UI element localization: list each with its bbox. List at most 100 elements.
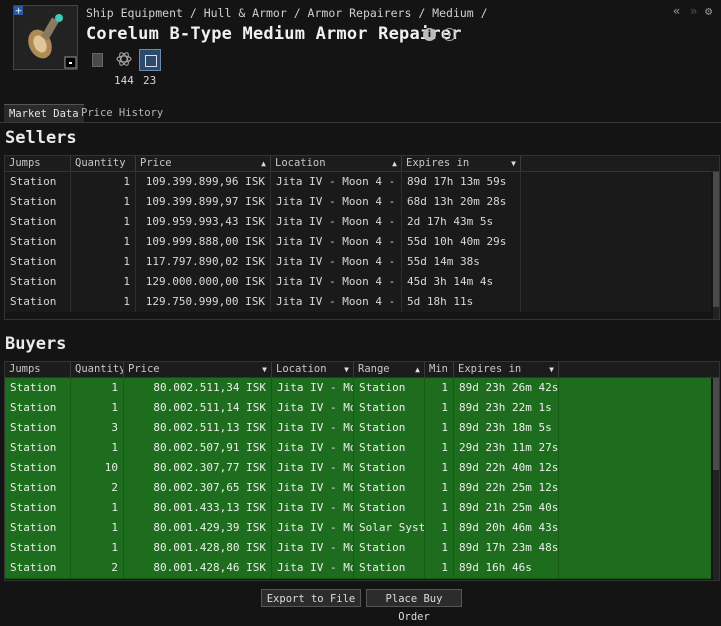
table-row[interactable]: Station 1 109.399.899,96 ISK Jita IV - Moon…: [5, 172, 711, 192]
table-row[interactable]: Station 10 80.002.307,77 ISK Jita IV - Mo St…: [5, 458, 711, 479]
cell-expires: 89d 21h 25m 40s: [454, 498, 559, 518]
table-row[interactable]: Station 1 109.999.888,00 ISK Jita IV - Moon…: [5, 232, 711, 252]
cell-min: 1: [425, 558, 454, 578]
item-icon[interactable]: +: [13, 5, 78, 70]
sellers-title: Sellers: [5, 128, 77, 148]
table-row[interactable]: Station 1 80.002.507,91 ISK Jita IV - Mo Sta…: [5, 438, 711, 459]
table-row[interactable]: Station 1 80.002.511,34 ISK Jita IV - Mo Sta…: [5, 378, 711, 399]
cell-price: 80.002.511,34 ISK: [124, 378, 272, 398]
table-row[interactable]: Station 1 80.002.511,14 ISK Jita IV - Mo Sta…: [5, 398, 711, 419]
cell-jumps: Station: [5, 478, 71, 498]
scroll-thumb[interactable]: [713, 172, 719, 307]
cell-expires: 29d 23h 11m 27s: [454, 438, 559, 458]
cell-min: 1: [425, 478, 454, 498]
cell-quantity: 10: [71, 458, 124, 478]
sellers-table: Jumps Quantity Price ▲ Location ▲ Expires …: [4, 155, 720, 320]
table-row[interactable]: Station 1 80.001.433,13 ISK Jita IV - Mo Sta…: [5, 498, 711, 519]
cell-jumps: Station: [5, 378, 71, 398]
col-range[interactable]: Range ▲: [354, 362, 425, 377]
col-expires[interactable]: Expires in ▼: [454, 362, 559, 377]
cell-quantity: 1: [71, 398, 124, 418]
table-row[interactable]: Station 1 80.001.429,39 ISK Jita IV - Mo Sol…: [5, 518, 711, 539]
table-row[interactable]: Station 3 80.002.511,13 ISK Jita IV - Mo Sta…: [5, 418, 711, 439]
cell-jumps: Station: [5, 192, 71, 212]
tab-market-data[interactable]: Market Data: [4, 104, 84, 123]
cell-min: 1: [425, 498, 454, 518]
cell-location: Jita IV - Mo: [272, 418, 354, 438]
cell-price: 80.001.433,13 ISK: [124, 498, 272, 518]
sellers-scrollbar[interactable]: [713, 172, 719, 319]
col-quantity[interactable]: Quantity: [71, 362, 124, 377]
cell-jumps: Station: [5, 438, 71, 458]
cell-min: 1: [425, 398, 454, 418]
col-jumps[interactable]: Jumps: [5, 362, 71, 377]
cell-min: 1: [425, 518, 454, 538]
cell-location: Jita IV - Mo: [272, 458, 354, 478]
table-row[interactable]: Station 1 80.001.428,80 ISK Jita IV - Mo Sta…: [5, 538, 711, 559]
table-row[interactable]: Station 2 80.002.307,65 ISK Jita IV - Mo Sta…: [5, 478, 711, 499]
cell-expires: 68d 13h 20m 28s: [402, 192, 521, 212]
cell-jumps: Station: [5, 558, 71, 578]
cell-quantity: 1: [71, 438, 124, 458]
export-to-file-button[interactable]: Export to File: [261, 589, 361, 607]
scroll-thumb[interactable]: [713, 378, 719, 470]
cell-jumps: Station: [5, 538, 71, 558]
module-slot-icon: [92, 53, 103, 67]
cell-quantity: 2: [71, 558, 124, 578]
cell-jumps: Station: [5, 232, 71, 252]
col-price[interactable]: Price ▼: [124, 362, 272, 377]
tab-price-history[interactable]: Price History: [76, 104, 168, 122]
cell-expires: 89d 23h 26m 42s: [454, 378, 559, 398]
buyers-header: Jumps Quantity Price ▼ Location ▼ Range ▲ M…: [5, 362, 719, 378]
cell-location: Jita IV - Mo: [272, 438, 354, 458]
col-expires[interactable]: Expires in ▼: [402, 156, 521, 171]
cell-expires: 89d 22h 25m 12s: [454, 478, 559, 498]
cell-quantity: 1: [71, 292, 136, 312]
cell-expires: 89d 23h 22m 1s: [454, 398, 559, 418]
cell-location: Jita IV - Mo: [272, 378, 354, 398]
target-icon[interactable]: [443, 28, 456, 41]
cell-quantity: 1: [71, 192, 136, 212]
col-min[interactable]: Min: [425, 362, 454, 377]
cell-quantity: 1: [71, 172, 136, 192]
table-row[interactable]: Station 1 109.399.899,97 ISK Jita IV - Moon…: [5, 192, 711, 212]
cell-price: 109.399.899,96 ISK: [136, 172, 271, 192]
table-row[interactable]: Station 1 129.750.999,00 ISK Jita IV - Moon…: [5, 292, 711, 312]
powergrid-value: 144: [114, 74, 134, 87]
settings-icon[interactable]: ⚙: [705, 4, 712, 18]
cell-jumps: Station: [5, 418, 71, 438]
tab-divider: [0, 122, 721, 123]
table-row[interactable]: Station 1 109.959.993,43 ISK Jita IV - Moon…: [5, 212, 711, 232]
cell-range: Station: [354, 558, 425, 578]
cell-quantity: 1: [71, 518, 124, 538]
col-quantity[interactable]: Quantity: [71, 156, 136, 171]
cell-range: Station: [354, 458, 425, 478]
table-row[interactable]: Station 1 129.000.000,00 ISK Jita IV - Moon…: [5, 272, 711, 292]
cell-jumps: Station: [5, 498, 71, 518]
cpu-value: 23: [143, 74, 157, 87]
powergrid-icon: [116, 51, 132, 70]
cell-quantity: 1: [71, 272, 136, 292]
page-title: Corelum B-Type Medium Armor Repairer: [86, 24, 462, 44]
info-icon[interactable]: i: [423, 28, 436, 41]
cell-expires: 89d 22h 40m 12s: [454, 458, 559, 478]
cell-location: Jita IV - Moon 4 - Ca: [271, 212, 402, 232]
svg-text:+: +: [15, 7, 23, 17]
cell-price: 117.797.890,02 ISK: [136, 252, 271, 272]
cell-jumps: Station: [5, 252, 71, 272]
col-location[interactable]: Location ▼: [272, 362, 354, 377]
table-row[interactable]: Station 1 117.797.890,02 ISK Jita IV - Moon…: [5, 252, 711, 272]
cell-quantity: 1: [71, 212, 136, 232]
expand-icon[interactable]: »: [690, 4, 697, 18]
col-price[interactable]: Price ▲: [136, 156, 271, 171]
armor-repairer-icon: +: [14, 6, 77, 69]
buyers-scrollbar[interactable]: [713, 378, 719, 580]
cell-quantity: 1: [71, 538, 124, 558]
place-buy-order-button[interactable]: Place Buy Order: [366, 589, 462, 623]
col-location[interactable]: Location ▲: [271, 156, 402, 171]
cell-quantity: 1: [71, 378, 124, 398]
col-jumps[interactable]: Jumps: [5, 156, 71, 171]
table-row[interactable]: Station 2 80.001.428,46 ISK Jita IV - Mo Sta…: [5, 558, 711, 579]
collapse-icon[interactable]: «: [673, 4, 680, 18]
breadcrumb[interactable]: Ship Equipment / Hull & Armor / Armor Re…: [86, 6, 488, 20]
